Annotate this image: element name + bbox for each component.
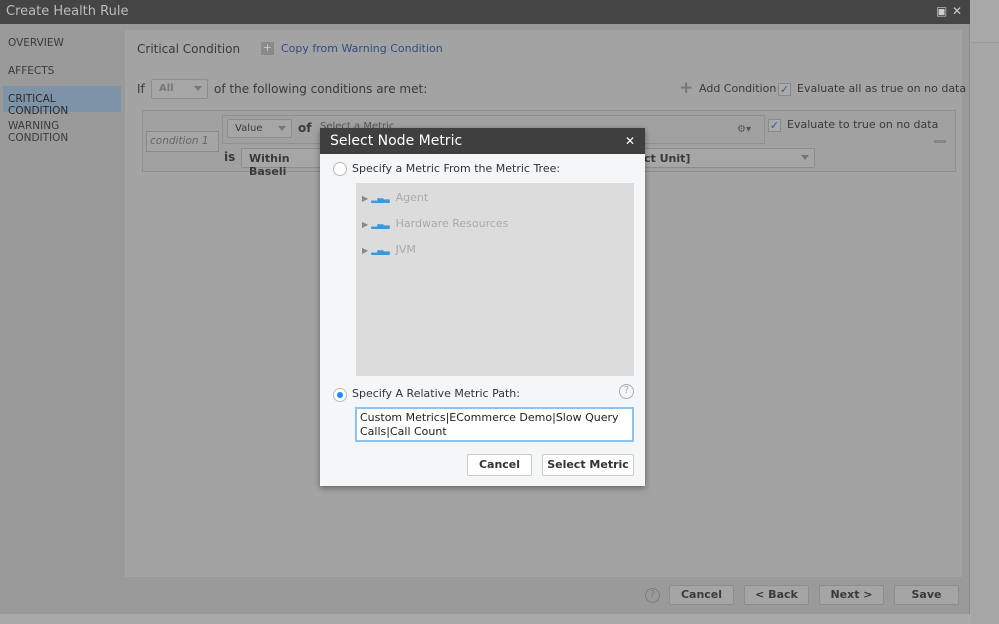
metric-folder-icon: ▂▄▃ xyxy=(371,194,390,203)
chevron-down-icon xyxy=(194,86,202,91)
operator-select[interactable]: Within Baseli xyxy=(241,148,331,178)
sidebar-item-label: AFFECTS xyxy=(8,65,55,77)
sidebar-item-warning-condition[interactable]: WARNING CONDITION xyxy=(3,113,121,144)
save-button[interactable]: Save xyxy=(894,585,959,605)
match-select[interactable]: All xyxy=(151,79,208,99)
unit-value: ct Unit] xyxy=(644,152,691,165)
evaluate-true-label: Evaluate to true on no data xyxy=(787,118,939,131)
dialog-header: Select Node Metric xyxy=(320,128,645,154)
gear-icon[interactable]: ⚙▾ xyxy=(737,124,751,135)
tree-option-label: Specify a Metric From the Metric Tree: xyxy=(352,162,561,175)
evaluate-all-label: Evaluate all as true on no data xyxy=(797,82,967,95)
help-icon[interactable]: ? xyxy=(619,384,634,399)
unit-select[interactable]: ct Unit] xyxy=(640,148,815,168)
of-label: of xyxy=(298,121,312,135)
value-select[interactable]: Value xyxy=(227,119,292,138)
window-titlebar: Create Health Rule xyxy=(0,0,970,24)
select-node-metric-dialog: Select Node Metric ✕ Specify a Metric Fr… xyxy=(320,128,645,486)
evaluate-all-checkbox[interactable]: ✓ xyxy=(778,83,791,96)
condition-name-input[interactable]: condition 1 xyxy=(146,131,219,152)
condition-name-placeholder: condition 1 xyxy=(150,135,209,147)
window-title: Create Health Rule xyxy=(6,4,129,19)
copy-from-warning-link[interactable]: Copy from Warning Condition xyxy=(281,42,443,55)
expand-icon[interactable]: ▶ xyxy=(362,246,368,255)
tree-option-radio[interactable] xyxy=(333,162,347,176)
maximize-icon[interactable]: ▣ xyxy=(936,4,947,18)
close-icon[interactable]: ✕ xyxy=(625,134,635,148)
tree-node-jvm[interactable]: ▶ ▂▄▃ JVM xyxy=(362,243,416,256)
match-suffix: of the following conditions are met: xyxy=(214,82,428,96)
add-condition-button[interactable]: Add Condition xyxy=(699,82,776,95)
tree-node-label: JVM xyxy=(395,243,416,256)
chevron-down-icon xyxy=(801,155,809,160)
dialog-cancel-button[interactable]: Cancel xyxy=(467,454,532,476)
select-metric-button[interactable]: Select Metric xyxy=(542,454,634,476)
page-title: Critical Condition xyxy=(137,42,241,56)
expand-icon[interactable]: ▶ xyxy=(362,220,368,229)
sidebar-item-label: OVERVIEW xyxy=(8,37,64,49)
metric-path-input[interactable]: Custom Metrics|ECommerce Demo|Slow Query… xyxy=(355,407,634,442)
next-button[interactable]: Next > xyxy=(819,585,884,605)
remove-condition-icon[interactable] xyxy=(934,140,946,143)
background-page xyxy=(971,0,999,624)
metric-tree: ▶ ▂▄▃ Agent ▶ ▂▄▃ Hardware Resources ▶ ▂▄▃ JVM xyxy=(356,183,634,376)
back-button[interactable]: < Back xyxy=(744,585,809,605)
sidebar-item-affects[interactable]: AFFECTS xyxy=(3,58,121,84)
value-select-value: Value xyxy=(235,123,263,134)
tree-node-label: Hardware Resources xyxy=(395,217,509,230)
if-label: If xyxy=(137,82,145,96)
match-select-value: All xyxy=(159,83,174,94)
sidebar-item-overview[interactable]: OVERVIEW xyxy=(3,30,121,56)
sidebar-item-critical-condition[interactable]: CRITICAL CONDITION xyxy=(3,86,121,117)
tree-node-agent[interactable]: ▶ ▂▄▃ Agent xyxy=(362,191,428,204)
copy-icon[interactable]: + xyxy=(261,42,274,55)
cancel-button[interactable]: Cancel xyxy=(669,585,734,605)
tree-node-label: Agent xyxy=(395,191,429,204)
dialog-title: Select Node Metric xyxy=(330,133,463,149)
sidebar-item-label: WARNING CONDITION xyxy=(8,120,69,144)
plus-icon[interactable]: + xyxy=(679,80,693,97)
operator-value: Within Baseli xyxy=(249,152,290,178)
expand-icon[interactable]: ▶ xyxy=(362,194,368,203)
path-option-radio[interactable] xyxy=(333,388,347,402)
metric-folder-icon: ▂▄▃ xyxy=(371,220,390,229)
close-icon[interactable]: ✕ xyxy=(952,4,962,18)
is-label: is xyxy=(224,150,236,164)
path-option-label: Specify A Relative Metric Path: xyxy=(352,387,520,400)
evaluate-true-checkbox[interactable]: ✓ xyxy=(768,119,781,132)
help-icon[interactable]: ? xyxy=(645,588,660,603)
chevron-down-icon xyxy=(278,126,286,131)
tree-node-hardware-resources[interactable]: ▶ ▂▄▃ Hardware Resources xyxy=(362,217,508,230)
metric-folder-icon: ▂▄▃ xyxy=(371,246,390,255)
